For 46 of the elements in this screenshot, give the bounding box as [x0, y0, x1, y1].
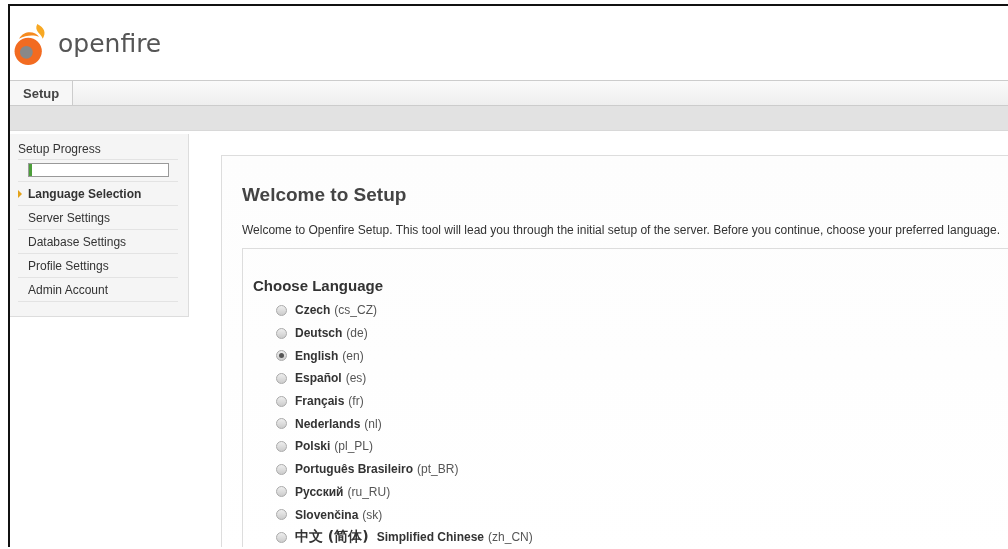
sidebar-item[interactable]: Admin Account [28, 282, 109, 297]
intro-text: Welcome to Openfire Setup. This tool will lead you through the initial setup of the server. Before you continue, choose your preferred language. [242, 223, 1001, 237]
language-code: (ru_RU) [347, 484, 391, 499]
language-name: Slovenčina [295, 507, 359, 522]
language-code: (sk) [362, 507, 383, 522]
radio-button[interactable] [276, 486, 287, 498]
language-name: Deutsch [295, 326, 343, 341]
radio-button[interactable] [276, 350, 287, 362]
language-code: (fr) [348, 394, 364, 409]
language-native-name: 中文 (简体) [295, 528, 369, 547]
language-name: Simplified Chinese [376, 530, 485, 545]
page-title: Welcome to Setup [242, 184, 408, 206]
language-name: Czech [295, 303, 331, 318]
sidebar-title: Setup Progress [18, 142, 178, 160]
logo-text: openfire [58, 28, 162, 58]
section-title: Choose Language [253, 277, 384, 294]
language-name: Polski [295, 439, 331, 454]
language-name: Русский [295, 484, 344, 499]
language-code: (nl) [364, 416, 382, 431]
language-code: (zh_CN) [488, 530, 533, 545]
radio-button[interactable] [276, 418, 287, 430]
language-name: Español [295, 371, 342, 386]
sidebar-item[interactable]: Database Settings [28, 234, 127, 249]
language-code: (es) [345, 371, 367, 386]
sidebar-item[interactable]: Profile Settings [28, 258, 109, 273]
language-code: (de) [346, 326, 368, 341]
language-name: Português Brasileiro [295, 462, 414, 477]
language-name: Nederlands [295, 416, 361, 431]
radio-button[interactable] [276, 304, 287, 316]
language-code: (pt_BR) [417, 462, 459, 477]
language-code: (en) [342, 348, 364, 363]
radio-button[interactable] [276, 440, 287, 452]
language-code: (cs_CZ) [334, 303, 377, 318]
radio-button[interactable] [276, 372, 287, 384]
language-code: (pl_PL) [334, 439, 374, 454]
language-name: Français [295, 394, 345, 409]
radio-button[interactable] [276, 531, 287, 543]
radio-button[interactable] [276, 509, 287, 521]
radio-button[interactable] [276, 463, 287, 475]
tab[interactable]: Setup [10, 81, 74, 105]
radio-button[interactable] [276, 395, 287, 407]
caret-icon [18, 189, 22, 198]
sidebar-item[interactable]: Language Selection [28, 186, 142, 201]
language-name: English [295, 348, 339, 363]
radio-button[interactable] [276, 327, 287, 339]
sidebar-item[interactable]: Server Settings [28, 210, 111, 225]
